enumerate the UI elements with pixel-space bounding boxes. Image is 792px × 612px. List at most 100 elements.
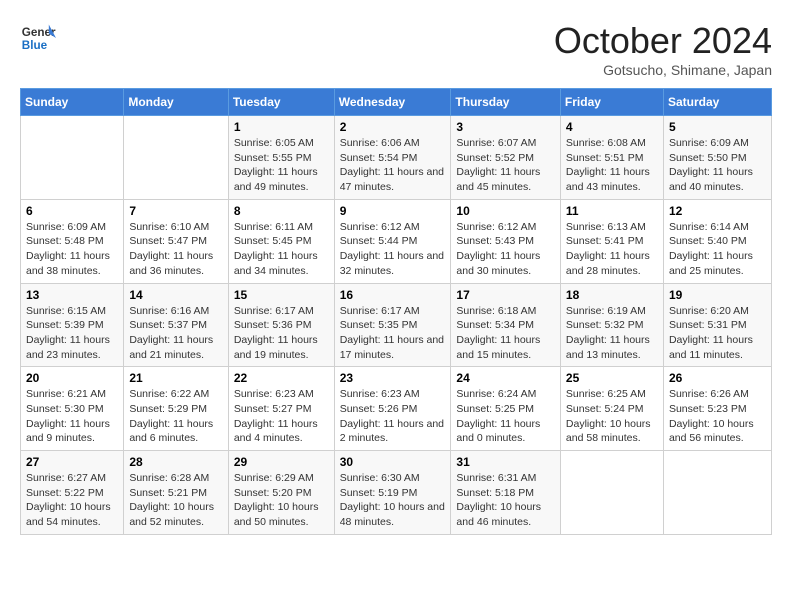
day-info: Sunrise: 6:07 AM Sunset: 5:52 PM Dayligh… (456, 136, 555, 195)
header-day-friday: Friday (560, 89, 663, 116)
calendar-cell (124, 116, 228, 200)
day-info: Sunrise: 6:19 AM Sunset: 5:32 PM Dayligh… (566, 304, 658, 363)
calendar-cell: 11 Sunrise: 6:13 AM Sunset: 5:41 PM Dayli… (560, 199, 663, 283)
day-number: 27 (26, 455, 118, 469)
calendar-table: SundayMondayTuesdayWednesdayThursdayFrid… (20, 88, 772, 535)
day-number: 24 (456, 371, 555, 385)
day-info: Sunrise: 6:12 AM Sunset: 5:44 PM Dayligh… (340, 220, 446, 279)
day-number: 29 (234, 455, 329, 469)
day-number: 5 (669, 120, 766, 134)
header-day-tuesday: Tuesday (228, 89, 334, 116)
day-info: Sunrise: 6:05 AM Sunset: 5:55 PM Dayligh… (234, 136, 329, 195)
calendar-cell: 26 Sunrise: 6:26 AM Sunset: 5:23 PM Dayli… (663, 367, 771, 451)
title-area: October 2024 Gotsucho, Shimane, Japan (554, 20, 772, 78)
day-number: 2 (340, 120, 446, 134)
day-info: Sunrise: 6:23 AM Sunset: 5:26 PM Dayligh… (340, 387, 446, 446)
calendar-cell: 30 Sunrise: 6:30 AM Sunset: 5:19 PM Dayli… (334, 451, 451, 535)
calendar-cell: 7 Sunrise: 6:10 AM Sunset: 5:47 PM Daylig… (124, 199, 228, 283)
day-number: 22 (234, 371, 329, 385)
day-number: 8 (234, 204, 329, 218)
day-number: 31 (456, 455, 555, 469)
day-info: Sunrise: 6:25 AM Sunset: 5:24 PM Dayligh… (566, 387, 658, 446)
day-info: Sunrise: 6:26 AM Sunset: 5:23 PM Dayligh… (669, 387, 766, 446)
day-info: Sunrise: 6:20 AM Sunset: 5:31 PM Dayligh… (669, 304, 766, 363)
calendar-cell: 15 Sunrise: 6:17 AM Sunset: 5:36 PM Dayli… (228, 283, 334, 367)
calendar-cell: 18 Sunrise: 6:19 AM Sunset: 5:32 PM Dayli… (560, 283, 663, 367)
svg-text:Blue: Blue (22, 39, 48, 52)
day-number: 30 (340, 455, 446, 469)
day-info: Sunrise: 6:17 AM Sunset: 5:36 PM Dayligh… (234, 304, 329, 363)
logo: General Blue (20, 20, 56, 56)
calendar-cell: 5 Sunrise: 6:09 AM Sunset: 5:50 PM Daylig… (663, 116, 771, 200)
calendar-cell: 24Sunrise: 6:24 AM Sunset: 5:25 PM Dayli… (451, 367, 561, 451)
calendar-cell: 6Sunrise: 6:09 AM Sunset: 5:48 PM Daylig… (21, 199, 124, 283)
calendar-cell: 4 Sunrise: 6:08 AM Sunset: 5:51 PM Daylig… (560, 116, 663, 200)
day-number: 17 (456, 288, 555, 302)
calendar-cell (21, 116, 124, 200)
day-number: 7 (129, 204, 222, 218)
day-info: Sunrise: 6:09 AM Sunset: 5:50 PM Dayligh… (669, 136, 766, 195)
day-info: Sunrise: 6:29 AM Sunset: 5:20 PM Dayligh… (234, 471, 329, 530)
calendar-cell (663, 451, 771, 535)
day-number: 25 (566, 371, 658, 385)
day-info: Sunrise: 6:21 AM Sunset: 5:30 PM Dayligh… (26, 387, 118, 446)
calendar-week-row: 20 Sunrise: 6:21 AM Sunset: 5:30 PM Dayli… (21, 367, 772, 451)
day-number: 13 (26, 288, 118, 302)
header-day-saturday: Saturday (663, 89, 771, 116)
calendar-cell: 23 Sunrise: 6:23 AM Sunset: 5:26 PM Dayli… (334, 367, 451, 451)
day-number: 19 (669, 288, 766, 302)
header-day-wednesday: Wednesday (334, 89, 451, 116)
logo-icon: General Blue (20, 20, 56, 56)
calendar-cell: 9 Sunrise: 6:12 AM Sunset: 5:44 PM Daylig… (334, 199, 451, 283)
calendar-cell: 12Sunrise: 6:14 AM Sunset: 5:40 PM Dayli… (663, 199, 771, 283)
day-number: 9 (340, 204, 446, 218)
day-number: 4 (566, 120, 658, 134)
day-info: Sunrise: 6:27 AM Sunset: 5:22 PM Dayligh… (26, 471, 118, 530)
day-number: 26 (669, 371, 766, 385)
day-info: Sunrise: 6:16 AM Sunset: 5:37 PM Dayligh… (129, 304, 222, 363)
calendar-cell: 31 Sunrise: 6:31 AM Sunset: 5:18 PM Dayli… (451, 451, 561, 535)
day-number: 23 (340, 371, 446, 385)
calendar-cell (560, 451, 663, 535)
day-number: 21 (129, 371, 222, 385)
calendar-cell: 10Sunrise: 6:12 AM Sunset: 5:43 PM Dayli… (451, 199, 561, 283)
header-day-sunday: Sunday (21, 89, 124, 116)
calendar-cell: 17Sunrise: 6:18 AM Sunset: 5:34 PM Dayli… (451, 283, 561, 367)
header-day-thursday: Thursday (451, 89, 561, 116)
day-number: 11 (566, 204, 658, 218)
calendar-cell: 3 Sunrise: 6:07 AM Sunset: 5:52 PM Daylig… (451, 116, 561, 200)
day-info: Sunrise: 6:31 AM Sunset: 5:18 PM Dayligh… (456, 471, 555, 530)
day-number: 18 (566, 288, 658, 302)
day-info: Sunrise: 6:10 AM Sunset: 5:47 PM Dayligh… (129, 220, 222, 279)
day-info: Sunrise: 6:09 AM Sunset: 5:48 PM Dayligh… (26, 220, 118, 279)
day-info: Sunrise: 6:13 AM Sunset: 5:41 PM Dayligh… (566, 220, 658, 279)
day-number: 16 (340, 288, 446, 302)
day-info: Sunrise: 6:28 AM Sunset: 5:21 PM Dayligh… (129, 471, 222, 530)
day-info: Sunrise: 6:08 AM Sunset: 5:51 PM Dayligh… (566, 136, 658, 195)
calendar-cell: 28Sunrise: 6:28 AM Sunset: 5:21 PM Dayli… (124, 451, 228, 535)
day-number: 3 (456, 120, 555, 134)
calendar-cell: 21Sunrise: 6:22 AM Sunset: 5:29 PM Dayli… (124, 367, 228, 451)
calendar-week-row: 13Sunrise: 6:15 AM Sunset: 5:39 PM Dayli… (21, 283, 772, 367)
day-info: Sunrise: 6:12 AM Sunset: 5:43 PM Dayligh… (456, 220, 555, 279)
header-day-monday: Monday (124, 89, 228, 116)
calendar-week-row: 6Sunrise: 6:09 AM Sunset: 5:48 PM Daylig… (21, 199, 772, 283)
location-title: Gotsucho, Shimane, Japan (554, 62, 772, 78)
day-number: 15 (234, 288, 329, 302)
calendar-week-row: 1 Sunrise: 6:05 AM Sunset: 5:55 PM Daylig… (21, 116, 772, 200)
calendar-cell: 22Sunrise: 6:23 AM Sunset: 5:27 PM Dayli… (228, 367, 334, 451)
day-info: Sunrise: 6:06 AM Sunset: 5:54 PM Dayligh… (340, 136, 446, 195)
calendar-cell: 2 Sunrise: 6:06 AM Sunset: 5:54 PM Daylig… (334, 116, 451, 200)
calendar-week-row: 27 Sunrise: 6:27 AM Sunset: 5:22 PM Dayli… (21, 451, 772, 535)
calendar-cell: 14 Sunrise: 6:16 AM Sunset: 5:37 PM Dayli… (124, 283, 228, 367)
calendar-cell: 13Sunrise: 6:15 AM Sunset: 5:39 PM Dayli… (21, 283, 124, 367)
calendar-cell: 20 Sunrise: 6:21 AM Sunset: 5:30 PM Dayli… (21, 367, 124, 451)
day-number: 14 (129, 288, 222, 302)
calendar-cell: 29 Sunrise: 6:29 AM Sunset: 5:20 PM Dayli… (228, 451, 334, 535)
day-number: 12 (669, 204, 766, 218)
day-info: Sunrise: 6:30 AM Sunset: 5:19 PM Dayligh… (340, 471, 446, 530)
calendar-cell: 25 Sunrise: 6:25 AM Sunset: 5:24 PM Dayli… (560, 367, 663, 451)
day-number: 1 (234, 120, 329, 134)
month-title: October 2024 (554, 20, 772, 62)
day-number: 20 (26, 371, 118, 385)
